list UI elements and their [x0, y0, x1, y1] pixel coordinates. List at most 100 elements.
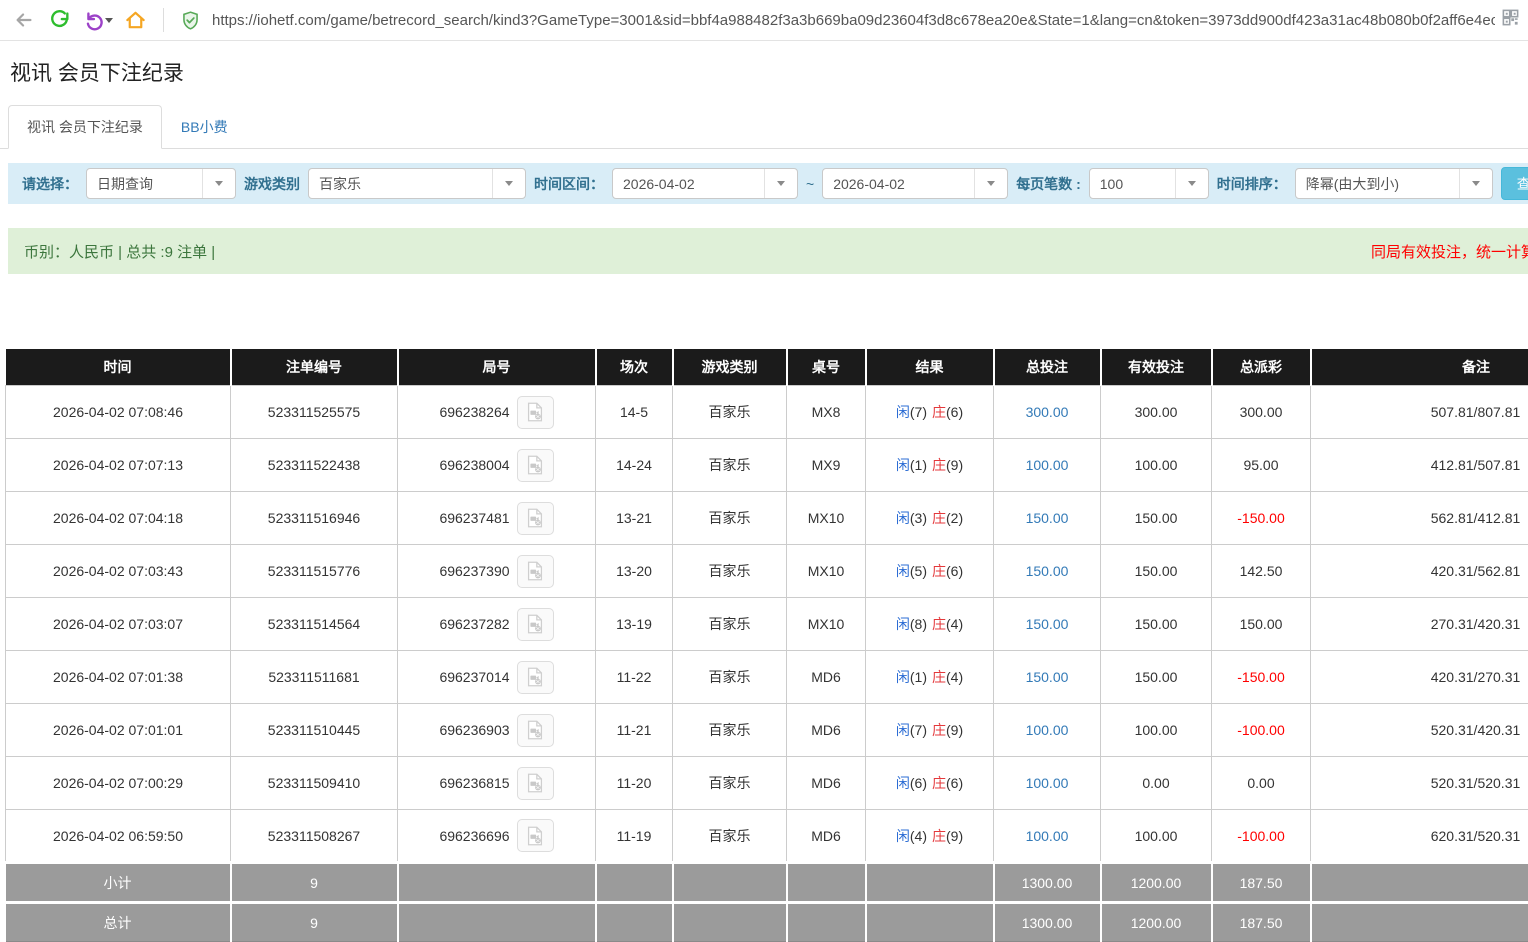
cell-payout: -100.00 — [1212, 704, 1311, 757]
back-icon[interactable] — [10, 6, 38, 34]
cell-time: 2026-04-02 07:01:38 — [6, 651, 231, 704]
date-to-value: 2026-04-02 — [823, 176, 974, 192]
date-from-select[interactable]: 2026-04-02 — [612, 168, 798, 199]
result-banker-count: (9) — [946, 828, 963, 844]
cell-total-bet[interactable]: 150.00 — [994, 598, 1101, 651]
cell-table-no: MD6 — [787, 757, 866, 810]
home-icon[interactable] — [121, 6, 149, 34]
table-row: 2026-04-02 07:01:01 523311510445 6962369… — [6, 704, 1528, 757]
per-page-select[interactable]: 100 — [1089, 168, 1209, 199]
cell-session: 11-20 — [596, 757, 673, 810]
result-banker-count: (2) — [946, 510, 963, 526]
cell-time: 2026-04-02 07:07:13 — [6, 439, 231, 492]
browser-toolbar: https://iohetf.com/game/betrecord_search… — [0, 0, 1528, 41]
cell-session: 14-24 — [596, 439, 673, 492]
per-page-value: 100 — [1090, 176, 1175, 192]
video-record-icon[interactable] — [517, 555, 554, 588]
cell-total-bet[interactable]: 100.00 — [994, 810, 1101, 863]
round-id-text: 696236903 — [439, 722, 509, 738]
result-player: 闲 — [896, 828, 910, 844]
time-range-label: 时间区间： — [534, 174, 604, 194]
cell-total-bet[interactable]: 300.00 — [994, 386, 1101, 439]
cell-result: 闲(5)庄(6) — [866, 545, 994, 598]
header-session: 场次 — [596, 349, 673, 386]
cell-valid-bet: 100.00 — [1101, 439, 1212, 492]
cell-valid-bet: 100.00 — [1101, 810, 1212, 863]
result-banker: 庄 — [932, 510, 946, 526]
video-record-icon[interactable] — [517, 819, 554, 852]
address-bar[interactable]: https://iohetf.com/game/betrecord_search… — [212, 12, 1495, 29]
result-banker: 庄 — [932, 404, 946, 420]
subtotal-row: 小计 9 1300.00 1200.00 187.50 — [6, 863, 1528, 903]
query-mode-label: 请选择： — [22, 174, 78, 194]
cell-payout: -150.00 — [1212, 492, 1311, 545]
cell-result: 闲(6)庄(6) — [866, 757, 994, 810]
tab-bb-tips[interactable]: BB小费 — [162, 105, 247, 149]
result-banker: 庄 — [932, 775, 946, 791]
video-record-icon[interactable] — [517, 449, 554, 482]
cell-game-type: 百家乐 — [673, 810, 787, 863]
result-banker: 庄 — [932, 563, 946, 579]
cell-valid-bet: 150.00 — [1101, 651, 1212, 704]
cell-total-bet[interactable]: 150.00 — [994, 492, 1101, 545]
search-button[interactable]: 查询 — [1501, 167, 1528, 200]
subtotal-valid-bet: 1200.00 — [1101, 863, 1212, 903]
round-id-text: 696236696 — [439, 828, 509, 844]
qr-code-icon[interactable] — [1501, 8, 1520, 32]
cell-game-type: 百家乐 — [673, 439, 787, 492]
cell-total-bet[interactable]: 100.00 — [994, 439, 1101, 492]
cell-payout: 150.00 — [1212, 598, 1311, 651]
header-time: 时间 — [6, 349, 231, 386]
cell-total-bet[interactable]: 150.00 — [994, 545, 1101, 598]
bet-records-table: 时间 注单编号 局号 场次 游戏类别 桌号 结果 总投注 有效投注 总派彩 备注… — [5, 349, 1528, 942]
cell-bet-id: 523311525575 — [231, 386, 398, 439]
cell-game-type: 百家乐 — [673, 598, 787, 651]
video-record-icon[interactable] — [517, 608, 554, 641]
game-type-select[interactable]: 百家乐 — [308, 168, 526, 199]
undo-dropdown-caret[interactable] — [105, 18, 113, 23]
video-record-icon[interactable] — [517, 714, 554, 747]
subtotal-count: 9 — [231, 863, 398, 903]
query-mode-select[interactable]: 日期查询 — [86, 168, 236, 199]
summary-bar: 币别：人民币 | 总共 :9 注单 | 同局有效投注，统一计算在该局 — [8, 228, 1528, 274]
tab-betting-records[interactable]: 视讯 会员下注纪录 — [8, 105, 162, 149]
result-banker: 庄 — [932, 722, 946, 738]
chevron-down-icon[interactable] — [202, 169, 235, 198]
cell-session: 13-21 — [596, 492, 673, 545]
cell-game-type: 百家乐 — [673, 651, 787, 704]
query-mode-value: 日期查询 — [87, 174, 202, 194]
chevron-down-icon[interactable] — [1459, 169, 1492, 198]
video-record-icon[interactable] — [517, 396, 554, 429]
chevron-down-icon[interactable] — [764, 169, 797, 198]
cell-bet-id: 523311516946 — [231, 492, 398, 545]
cell-round-id: 696237481 — [398, 492, 596, 545]
date-from-value: 2026-04-02 — [613, 176, 764, 192]
cell-valid-bet: 300.00 — [1101, 386, 1212, 439]
cell-total-bet[interactable]: 100.00 — [994, 757, 1101, 810]
cell-total-bet[interactable]: 100.00 — [994, 704, 1101, 757]
header-valid-bet: 有效投注 — [1101, 349, 1212, 386]
round-id-text: 696238264 — [439, 404, 509, 420]
date-to-select[interactable]: 2026-04-02 — [822, 168, 1008, 199]
time-sort-select[interactable]: 降幂(由大到小) — [1295, 168, 1493, 199]
chevron-down-icon[interactable] — [492, 169, 525, 198]
result-banker-count: (6) — [946, 404, 963, 420]
cell-remark: 620.31/520.31 — [1311, 810, 1528, 863]
video-record-icon[interactable] — [517, 767, 554, 800]
video-record-icon[interactable] — [517, 661, 554, 694]
chevron-down-icon[interactable] — [974, 169, 1007, 198]
chevron-down-icon[interactable] — [1175, 169, 1208, 198]
result-player-count: (6) — [910, 775, 927, 791]
cell-valid-bet: 150.00 — [1101, 598, 1212, 651]
cell-valid-bet: 100.00 — [1101, 704, 1212, 757]
filter-bar: 请选择： 日期查询 游戏类别 百家乐 时间区间： 2026-04-02 ~ 20… — [8, 163, 1528, 204]
result-player: 闲 — [896, 563, 910, 579]
cell-total-bet[interactable]: 150.00 — [994, 651, 1101, 704]
refresh-icon[interactable] — [46, 6, 74, 34]
result-player-count: (7) — [910, 722, 927, 738]
shield-icon[interactable] — [176, 6, 204, 34]
undo-icon[interactable] — [82, 9, 113, 31]
video-record-icon[interactable] — [517, 502, 554, 535]
table-row: 2026-04-02 07:01:38 523311511681 6962370… — [6, 651, 1528, 704]
cell-session: 13-19 — [596, 598, 673, 651]
